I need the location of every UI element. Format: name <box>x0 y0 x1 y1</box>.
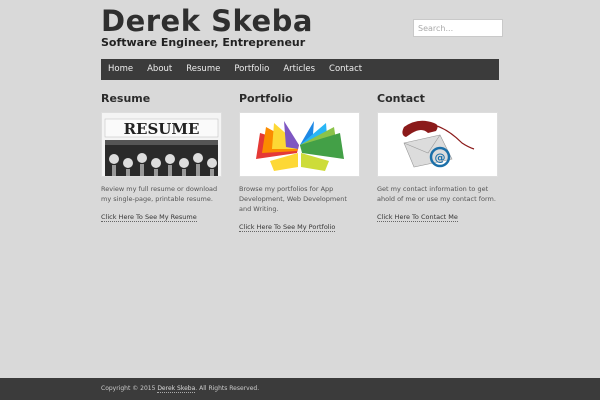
portfolio-description: Browse my portfolios for App Development… <box>239 185 347 213</box>
site-footer: Copyright © 2015 Derek Skeba. All Rights… <box>0 378 600 400</box>
main-nav: Home About Resume Portfolio Articles Con… <box>101 59 499 80</box>
contact-image[interactable]: @ <box>377 112 498 177</box>
resume-link[interactable]: Click Here To See My Resume <box>101 213 197 222</box>
portfolio-section: Portfolio Browse my portfolios for App D… <box>239 92 360 233</box>
nav-item-about[interactable]: About <box>140 59 179 80</box>
nav-item-contact[interactable]: Contact <box>322 59 369 80</box>
nav-item-portfolio[interactable]: Portfolio <box>227 59 276 80</box>
copyright-text: Copyright © 2015 Derek Skeba. All Rights… <box>101 385 260 393</box>
footer-name-link[interactable]: Derek Skeba <box>157 385 196 393</box>
copyright-suffix: . All Rights Reserved. <box>195 385 260 392</box>
search-input[interactable] <box>413 19 503 37</box>
contact-heading: Contact <box>377 92 425 105</box>
portfolio-link[interactable]: Click Here To See My Portfolio <box>239 223 336 232</box>
portfolio-image[interactable] <box>239 112 360 177</box>
svg-text:@: @ <box>435 151 446 164</box>
contact-section: Contact @ Get my contact information to … <box>377 92 498 223</box>
resume-image[interactable]: RESUME <box>101 112 222 177</box>
nav-item-resume[interactable]: Resume <box>179 59 227 80</box>
contact-description: Get my contact information to get ahold … <box>377 185 496 203</box>
copyright-prefix: Copyright © 2015 <box>101 385 158 392</box>
contact-link[interactable]: Click Here To Contact Me <box>377 213 458 222</box>
phone-envelope-icon: @ <box>378 113 497 176</box>
resume-image-text: RESUME <box>124 120 200 138</box>
nav-item-articles[interactable]: Articles <box>276 59 322 80</box>
resume-heading: Resume <box>101 92 151 105</box>
nav-item-home[interactable]: Home <box>101 59 140 80</box>
colorful-folders-icon <box>240 113 359 176</box>
site-tagline: Software Engineer, Entrepreneur <box>101 36 306 49</box>
resume-section: Resume RESUME Review my full resume or d… <box>101 92 222 223</box>
portfolio-heading: Portfolio <box>239 92 293 105</box>
typewriter-resume-icon: RESUME <box>102 113 221 176</box>
resume-description: Review my full resume or download my sin… <box>101 185 218 203</box>
site-title[interactable]: Derek Skeba <box>101 4 313 38</box>
